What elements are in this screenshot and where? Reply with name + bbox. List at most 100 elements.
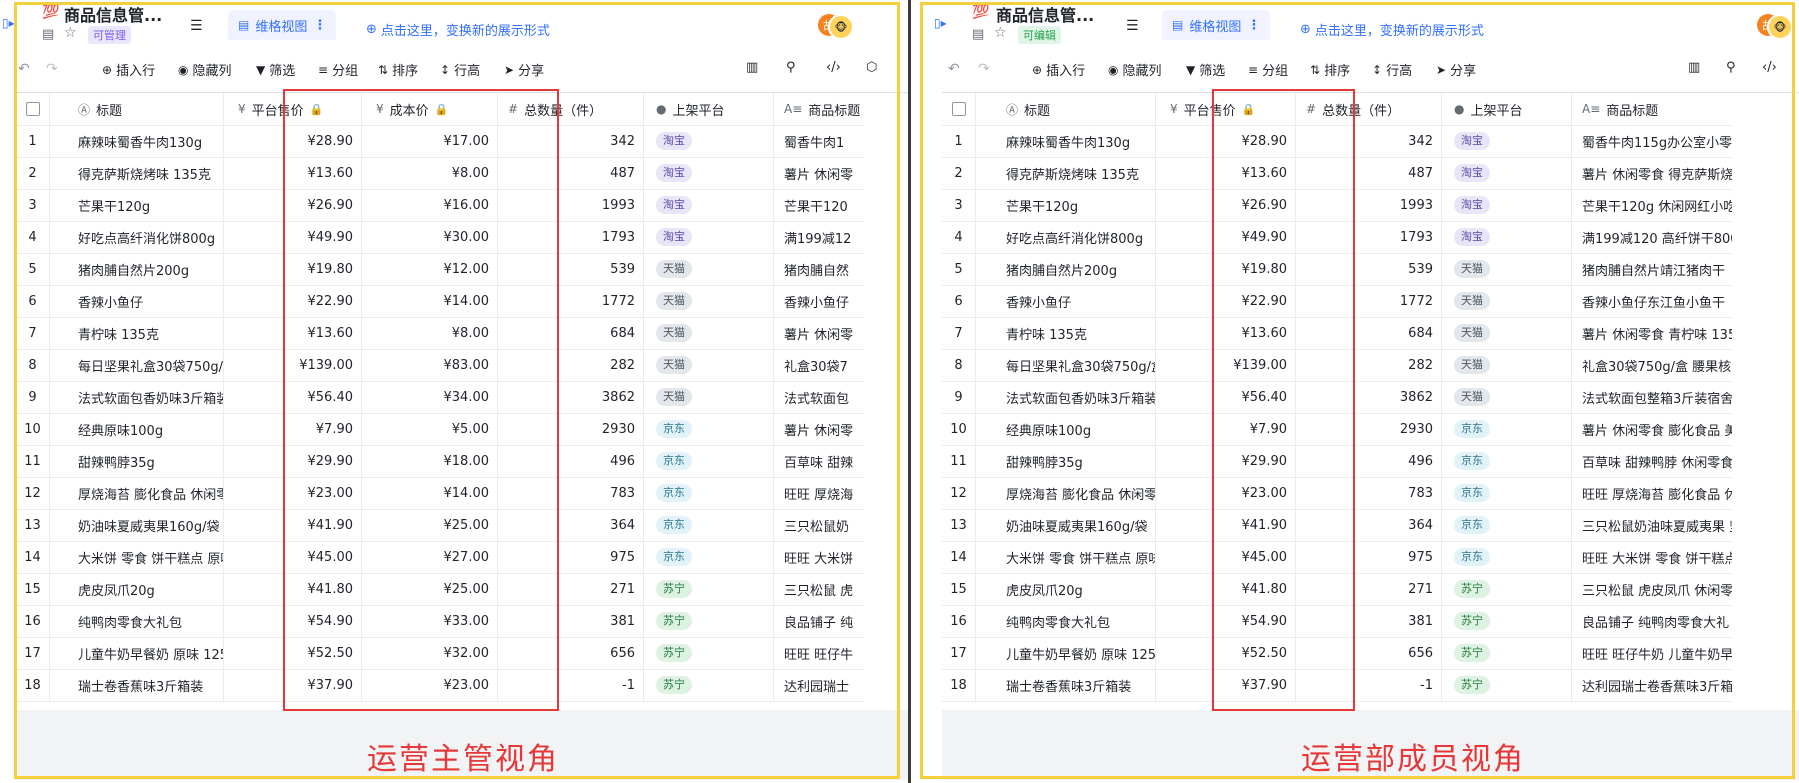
cell-platform[interactable]: 淘宝 [1442,189,1572,221]
cell-title[interactable]: 青柠味 135克 [976,317,1156,349]
star-icon[interactable]: ☆ [64,25,77,41]
cell-title[interactable]: 好吃点高纤消化饼800g [50,221,224,253]
cell-quantity[interactable]: -1 [1296,669,1442,701]
insert-row-button[interactable]: ⊕ 插入行 [1032,60,1085,80]
cell-price[interactable]: ¥13.60 [1156,317,1296,349]
cell-platform[interactable]: 淘宝 [644,157,774,189]
column-header-product-title[interactable]: A≡ 商品标题 [1572,93,1732,125]
column-header-platform[interactable]: ● 上架平台 [644,93,774,125]
cell-platform[interactable]: 京东 [1442,509,1572,541]
cell-platform[interactable]: 京东 [644,541,774,573]
table-row[interactable]: 15 虎皮凤爪20g ¥41.80 ¥25.00 271 苏宁 三只松鼠 虎 [16,573,864,606]
cell-title[interactable]: 甜辣鸭脖35g [50,445,224,477]
table-row[interactable]: 8 每日坚果礼盒30袋750g/盒 ¥139.00 282 天猫 礼盒30袋750g/盒 … [942,349,1732,382]
cell-title[interactable]: 纯鸭肉零食大礼包 [976,605,1156,637]
table-row[interactable]: 1 麻辣味蜀香牛肉130g ¥28.90 ¥17.00 342 淘宝 蜀香牛肉1 [16,125,864,158]
cell-title[interactable]: 芒果干120g [50,189,224,221]
cell-product-title[interactable]: 旺旺 厚烧海 [774,477,864,509]
cell-product-title[interactable]: 法式软面包 [774,381,864,413]
cell-title[interactable]: 每日坚果礼盒30袋750g/盒 [50,349,224,381]
cell-product-title[interactable]: 薯片 休闲零 [774,317,864,349]
column-header-quantity[interactable]: # 总数量（件） [1296,93,1442,125]
cell-quantity[interactable]: 496 [1296,445,1442,477]
cell-product-title[interactable]: 满199减12 [774,221,864,253]
table-row[interactable]: 5 猪肉脯自然片200g ¥19.80 ¥12.00 539 天猫 猪肉脯自然 [16,253,864,286]
add-view-button[interactable]: ⊕ 点击这里，变换新的展示形式 [1300,20,1484,39]
cell-title[interactable]: 儿童牛奶早餐奶 原味 125ml... [976,637,1156,669]
cell-title[interactable]: 青柠味 135克 [50,317,224,349]
redo-icon[interactable]: ↷ [978,61,990,77]
column-header-title[interactable]: Ⓐ 标题 [976,93,1156,125]
cell-quantity[interactable]: 539 [1296,253,1442,285]
redo-icon[interactable]: ↷ [46,61,58,77]
cell-product-title[interactable]: 芒果干120 [774,189,864,221]
cell-quantity[interactable]: 496 [498,445,644,477]
cell-title[interactable]: 纯鸭肉零食大礼包 [50,605,224,637]
cell-platform[interactable]: 淘宝 [644,125,774,157]
cell-title[interactable]: 厚烧海苔 膨化食品 休闲零食 ... [976,477,1156,509]
cell-price[interactable]: ¥22.90 [1156,285,1296,317]
cell-cost[interactable]: ¥16.00 [362,189,498,221]
undo-icon[interactable]: ↶ [18,61,30,77]
cell-platform[interactable]: 淘宝 [1442,157,1572,189]
column-header-quantity[interactable]: # 总数量（件） [498,93,644,125]
cell-price[interactable]: ¥56.40 [1156,381,1296,413]
cell-platform[interactable]: 苏宁 [1442,573,1572,605]
cell-quantity[interactable]: 3862 [1296,381,1442,413]
cell-price[interactable]: ¥52.50 [224,637,362,669]
cell-product-title[interactable]: 达利园瑞士卷香蕉味3斤箱 [1572,669,1732,701]
cell-quantity[interactable]: 783 [1296,477,1442,509]
more-icon[interactable]: ⋮ [1247,18,1260,33]
hide-column-button[interactable]: ◉ 隐藏列 [1108,60,1162,80]
cell-price[interactable]: ¥22.90 [224,285,362,317]
cell-price[interactable]: ¥37.90 [1156,669,1296,701]
table-row[interactable]: 17 儿童牛奶早餐奶 原味 125ml... ¥52.50 ¥32.00 656 苏宁 旺旺… [16,637,864,670]
cell-title[interactable]: 得克萨斯烧烤味 135克 [976,157,1156,189]
cell-platform[interactable]: 天猫 [1442,317,1572,349]
table-row[interactable]: 3 芒果干120g ¥26.90 ¥16.00 1993 淘宝 芒果干120 [16,189,864,222]
cell-product-title[interactable]: 满199减120 高纤饼干800 [1572,221,1732,253]
doc-info-icon[interactable]: ▤ [972,27,984,42]
cell-product-title[interactable]: 礼盒30袋750g/盒 腰果核 [1572,349,1732,381]
table-row[interactable]: 9 法式软面包香奶味3斤箱装 ¥56.40 3862 天猫 法式软面包整箱3斤装宿舍 [942,381,1732,414]
cell-product-title[interactable]: 旺旺 大米饼 零食 饼干糕点 [1572,541,1732,573]
sort-button[interactable]: ⇅ 排序 [1310,60,1350,80]
cell-platform[interactable]: 天猫 [644,285,774,317]
avatar-secondary[interactable]: 🐵 [828,14,854,40]
cell-price[interactable]: ¥7.90 [224,413,362,445]
cell-platform[interactable]: 天猫 [1442,381,1572,413]
column-header-title[interactable]: Ⓐ 标题 [50,93,224,125]
filter-button[interactable]: ▼ 筛选 [1186,60,1225,80]
cell-title[interactable]: 大米饼 零食 饼干糕点 原味 1... [50,541,224,573]
cell-platform[interactable]: 天猫 [644,253,774,285]
cell-title[interactable]: 麻辣味蜀香牛肉130g [50,125,224,157]
cell-quantity[interactable]: 1772 [1296,285,1442,317]
column-header-platform[interactable]: ● 上架平台 [1442,93,1572,125]
cell-price[interactable]: ¥54.90 [1156,605,1296,637]
cell-product-title[interactable]: 旺旺 厚烧海苔 膨化食品 休 [1572,477,1732,509]
cell-platform[interactable]: 苏宁 [644,605,774,637]
cell-cost[interactable]: ¥32.00 [362,637,498,669]
table-row[interactable]: 16 纯鸭肉零食大礼包 ¥54.90 ¥33.00 381 苏宁 良品铺子 纯 [16,605,864,638]
row-height-button[interactable]: ↕ 行高 [1372,60,1412,80]
cell-price[interactable]: ¥28.90 [1156,125,1296,157]
cell-quantity[interactable]: 656 [498,637,644,669]
cell-title[interactable]: 麻辣味蜀香牛肉130g [976,125,1156,157]
cell-title[interactable]: 猪肉脯自然片200g [976,253,1156,285]
cell-title[interactable]: 香辣小鱼仔 [976,285,1156,317]
cell-product-title[interactable]: 猪肉脯自然 [774,253,864,285]
cell-quantity[interactable]: 487 [498,157,644,189]
form-icon[interactable]: ▥ [1688,60,1700,75]
cell-title[interactable]: 厚烧海苔 膨化食品 休闲零食 ... [50,477,224,509]
code-icon[interactable]: ‹/› [826,60,841,75]
more-icon[interactable]: ⋮ [313,18,326,33]
cell-platform[interactable]: 苏宁 [1442,669,1572,701]
cell-title[interactable]: 奶油味夏威夷果160g/袋 [976,509,1156,541]
cell-price[interactable]: ¥41.90 [1156,509,1296,541]
cell-quantity[interactable]: 381 [1296,605,1442,637]
cell-price[interactable]: ¥41.90 [224,509,362,541]
cell-quantity[interactable]: 487 [1296,157,1442,189]
table-row[interactable]: 18 瑞士卷香蕉味3斤箱装 ¥37.90 -1 苏宁 达利园瑞士卷香蕉味3斤箱 [942,669,1732,702]
cell-product-title[interactable]: 旺旺 旺仔牛 [774,637,864,669]
cell-product-title[interactable]: 薯片 休闲零 [774,413,864,445]
